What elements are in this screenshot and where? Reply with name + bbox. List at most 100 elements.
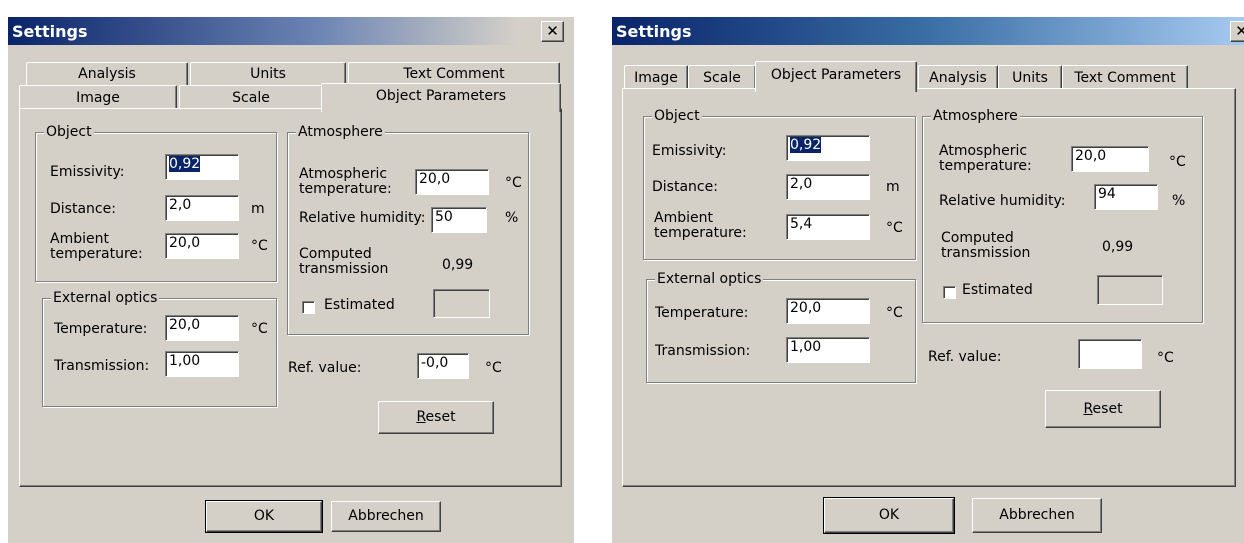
tab-label: Scale [232,90,270,106]
relative-humidity-label: Relative humidity: [299,210,426,226]
optics-transmission-field[interactable]: 1,00 [786,337,870,363]
ambient-temperature-label: Ambient temperature: [654,210,747,241]
distance-value: 2,0 [790,176,813,192]
optics-temperature-field[interactable]: 20,0 [786,298,870,324]
settings-dialog-left: Settings ✕ Analysis Units Text Comment I… [8,17,574,543]
close-button[interactable]: ✕ [1230,21,1244,42]
tab-object-parameters[interactable]: Object Parameters [755,61,917,92]
optics-temperature-unit: °C [886,305,903,321]
distance-value: 2,0 [169,197,192,213]
title-bar[interactable]: Settings ✕ [8,17,574,45]
tab-analysis[interactable]: Analysis [918,65,998,90]
external-optics-group: External optics [646,271,916,383]
ref-value-label: Ref. value: [928,349,1002,365]
cancel-button[interactable]: Abbrechen [972,498,1102,533]
atmospheric-temperature-unit: °C [505,175,522,191]
external-optics-group-title: External optics [655,271,764,287]
tab-label: Text Comment [1074,70,1176,86]
optics-transmission-field[interactable]: 1,00 [165,351,239,377]
atmospheric-temperature-label: Atmospheric temperature: [299,166,392,197]
close-button[interactable]: ✕ [541,21,564,42]
distance-field[interactable]: 2,0 [165,195,239,221]
cancel-button-label: Abbrechen [348,508,424,524]
emissivity-field[interactable]: 0,92 [165,154,239,180]
tab-text-comment[interactable]: Text Comment [348,62,560,85]
ok-button[interactable]: OK [205,500,323,533]
ambient-temperature-value: 20,0 [169,235,201,251]
relative-humidity-field[interactable]: 94 [1094,184,1158,210]
tab-label: Image [634,70,678,86]
optics-temperature-label: Temperature: [655,305,749,321]
ok-button[interactable]: OK [823,497,955,534]
distance-field[interactable]: 2,0 [786,174,870,200]
estimated-field[interactable] [1097,275,1163,305]
tab-units[interactable]: Units [190,62,346,85]
relative-humidity-value: 50 [435,209,453,225]
estimated-label: Estimated [962,282,1033,298]
cancel-button-label: Abbrechen [999,507,1075,523]
ambient-temperature-label: Ambient temperature: [50,231,143,262]
estimated-checkbox[interactable] [302,301,315,314]
atmosphere-group-title: Atmosphere [931,108,1020,124]
external-optics-group-title: External optics [51,290,160,306]
emissivity-field[interactable]: 0,92 [786,135,870,161]
estimated-checkbox[interactable] [943,286,956,299]
ref-value-field[interactable] [1078,339,1142,369]
relative-humidity-label: Relative humidity: [939,193,1066,209]
tab-label: Units [1012,70,1048,86]
tab-label: Analysis [929,70,987,86]
tab-scale[interactable]: Scale [688,65,756,90]
ref-value-field[interactable]: -0,0 [417,353,469,379]
tab-label: Units [250,66,286,82]
ambient-temperature-unit: °C [886,220,903,236]
atmospheric-temperature-unit: °C [1169,154,1186,170]
optics-temperature-field[interactable]: 20,0 [165,315,239,341]
tab-text-comment[interactable]: Text Comment [1062,65,1188,90]
atmospheric-temperature-value: 20,0 [419,171,451,187]
optics-transmission-value: 1,00 [790,339,822,355]
optics-transmission-label: Transmission: [54,358,150,374]
emissivity-label: Emissivity: [652,143,727,159]
tab-scale[interactable]: Scale [179,85,323,110]
atmospheric-temperature-label: Atmospheric temperature: [939,143,1032,174]
relative-humidity-unit: % [505,210,519,226]
computed-transmission-value: 0,99 [442,257,474,273]
relative-humidity-unit: % [1172,193,1186,209]
computed-transmission-label: Computed transmission [299,246,389,277]
emissivity-value: 0,92 [169,156,201,172]
ambient-temperature-field[interactable]: 5,4 [786,214,870,240]
tab-label: Text Comment [403,66,505,82]
atmosphere-group-title: Atmosphere [296,124,385,140]
relative-humidity-value: 94 [1098,186,1116,202]
relative-humidity-field[interactable]: 50 [431,207,487,233]
tab-units[interactable]: Units [998,65,1062,90]
optics-transmission-value: 1,00 [169,353,201,369]
computed-transmission-value: 0,99 [1102,239,1134,255]
tab-object-parameters[interactable]: Object Parameters [321,83,561,112]
distance-label: Distance: [652,179,718,195]
atmospheric-temperature-field[interactable]: 20,0 [415,169,489,195]
distance-unit: m [251,201,265,217]
settings-dialog-right: Settings ✕ Image Scale Analysis Units Te… [612,17,1244,543]
tab-label: Object Parameters [375,88,507,104]
reset-button[interactable]: Reset [378,401,494,434]
reset-button[interactable]: Reset [1045,390,1161,428]
atmospheric-temperature-field[interactable]: 20,0 [1071,146,1149,172]
tab-image[interactable]: Image [19,85,177,110]
object-group-title: Object [652,108,702,124]
ambient-temperature-value: 5,4 [790,216,813,232]
ref-value-unit: °C [485,360,502,376]
title-bar[interactable]: Settings ✕ [612,17,1244,45]
distance-label: Distance: [50,201,116,217]
object-group-title: Object [44,124,94,140]
cancel-button[interactable]: Abbrechen [331,501,441,532]
emissivity-value: 0,92 [790,137,822,153]
computed-transmission-label: Computed transmission [941,230,1031,261]
ok-button-label: OK [878,507,900,523]
estimated-field[interactable] [433,289,490,318]
tab-image[interactable]: Image [624,65,688,90]
tab-analysis[interactable]: Analysis [26,62,188,85]
optics-temperature-unit: °C [251,321,268,337]
ambient-temperature-field[interactable]: 20,0 [165,233,239,259]
ambient-temperature-unit: °C [251,238,268,254]
